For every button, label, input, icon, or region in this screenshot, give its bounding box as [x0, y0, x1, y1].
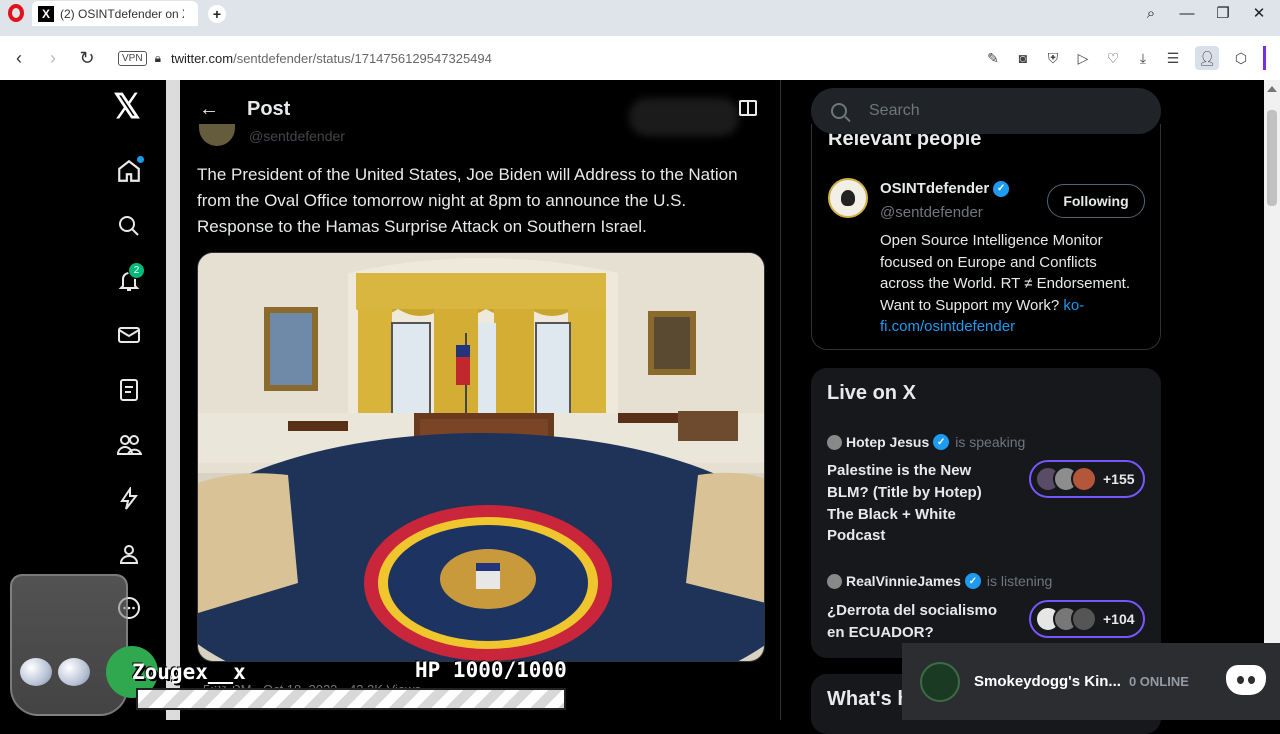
notification-badge: 2 [128, 262, 145, 279]
listener-avatar [1071, 606, 1097, 632]
search-placeholder: Search [869, 102, 920, 119]
verified-icon: ✓ [993, 180, 1010, 197]
account-bio: Open Source Intelligence Monitor focused… [880, 232, 1131, 335]
maximize-button[interactable]: ❐ [1212, 4, 1234, 22]
overlay-glass-cup [10, 574, 128, 716]
menu-icon[interactable]: ☰ [1165, 50, 1181, 67]
address-bar-row: ‹ › ↻ VPN 🔒︎ twitter.com/sentdefender/st… [0, 36, 1280, 80]
search-tabs-icon[interactable]: ⌕ [1140, 5, 1162, 22]
page-gutter [166, 80, 180, 720]
back-button[interactable]: ‹ [2, 48, 36, 69]
discord-server-avatar [920, 661, 960, 702]
edit-icon[interactable]: ✎ [985, 50, 1001, 67]
live-on-x-card: Live on X Hotep Jesus ✓ is speaking Pale… [811, 368, 1161, 658]
url-field[interactable]: twitter.com/sentdefender/status/17147561… [171, 51, 492, 66]
camera-icon[interactable]: ◙ [1015, 50, 1031, 66]
tab-title: (2) OSINTdefender on X: " [60, 6, 184, 21]
discord-widget: Smokeydogg's Kin... 0 ONLINE [902, 643, 1280, 720]
window-controls: ⌕ — ❐ ✕ [1140, 0, 1280, 26]
scrollbar-thumb[interactable] [1267, 110, 1277, 206]
space-listeners[interactable]: +155 [1029, 460, 1145, 498]
avatar[interactable] [828, 178, 868, 218]
explore-icon[interactable] [116, 213, 142, 239]
relevant-people-card: Relevant people OSINTdefender ✓ @sentdef… [811, 124, 1161, 350]
cube-icon[interactable]: ⬡ [1233, 50, 1249, 67]
x-page: 𝕏 2 @sentdefender ← Post The President o… [0, 80, 1280, 734]
sidebar-accent [1263, 46, 1266, 70]
messages-icon[interactable] [116, 322, 142, 348]
browser-tabstrip: X (2) OSINTdefender on X: " + ⌕ — ❐ ✕ [0, 0, 1280, 26]
discord-online-count: 0 ONLINE [1128, 674, 1189, 689]
bubble-decoration [20, 658, 52, 686]
space-topic[interactable]: Palestine is the New BLM? (Title by Hote… [827, 460, 1007, 547]
right-sidebar: Relevant people OSINTdefender ✓ @sentdef… [796, 80, 1166, 734]
search-input[interactable]: Search [811, 88, 1161, 134]
listener-avatar [1071, 466, 1097, 492]
search-icon [831, 103, 847, 119]
verified-icon: ✓ [933, 434, 950, 450]
overlay-bubbles [20, 658, 90, 686]
reload-button[interactable]: ↻ [70, 48, 104, 69]
download-icon[interactable]: ⤓ [1135, 50, 1151, 67]
post-header: ← Post [181, 80, 780, 138]
overlay-hp-text: HP 1000/1000 [415, 658, 567, 682]
live-title: Live on X [827, 382, 916, 404]
tweet-text: The President of the United States, Joe … [197, 165, 738, 236]
lock-icon[interactable]: 🔒︎ [155, 51, 161, 66]
following-button[interactable]: Following [1047, 184, 1145, 218]
bubble-decoration [58, 658, 90, 686]
back-arrow-icon[interactable]: ← [199, 98, 219, 121]
premium-icon[interactable] [116, 486, 142, 512]
hp-bar [136, 688, 566, 710]
shield-icon[interactable]: ⛨ [1045, 50, 1061, 67]
x-logo-icon[interactable]: 𝕏 [113, 88, 140, 126]
overlay-player-name: Zougex__x [132, 660, 246, 684]
heart-icon[interactable]: ♡ [1105, 50, 1121, 67]
address-bar-icons: ✎ ◙ ⛨ ▷ ♡ ⤓ ☰ 👤︎ ⬡ [985, 36, 1266, 80]
scroll-up-icon[interactable] [1267, 86, 1277, 92]
host-avatar [827, 434, 842, 450]
space-host[interactable]: Hotep Jesus ✓ is speaking [827, 434, 1025, 450]
tweet-image[interactable] [197, 252, 765, 662]
forward-button[interactable]: › [36, 48, 70, 69]
account-handle[interactable]: @sentdefender [880, 204, 983, 221]
space-topic[interactable]: ¿Derrota del socialismo en ECUADOR? [827, 600, 1007, 644]
profile-icon[interactable] [116, 541, 142, 567]
reader-icon[interactable] [739, 100, 757, 116]
host-avatar [827, 573, 842, 589]
home-icon[interactable] [116, 156, 144, 184]
tabstrip-separator [0, 26, 1280, 36]
discord-icon [1226, 665, 1266, 695]
vpn-badge[interactable]: VPN [118, 50, 147, 66]
x-favicon-icon: X [38, 5, 54, 22]
space-host[interactable]: RealVinnieJames ✓ is listening [827, 573, 1052, 589]
opera-icon[interactable] [8, 4, 24, 22]
space-listeners[interactable]: +104 [1029, 600, 1145, 638]
profile-icon[interactable]: 👤︎ [1195, 46, 1219, 70]
verified-icon: ✓ [964, 573, 981, 589]
blurred-region [629, 98, 739, 136]
lists-icon[interactable] [116, 377, 142, 403]
discord-server-name: Smokeydogg's Kin... [974, 673, 1121, 690]
communities-icon[interactable] [116, 432, 142, 458]
play-icon[interactable]: ▷ [1075, 50, 1091, 67]
close-button[interactable]: ✕ [1248, 4, 1270, 22]
minimize-button[interactable]: — [1176, 5, 1198, 22]
new-tab-button[interactable]: + [208, 5, 226, 23]
browser-tab[interactable]: X (2) OSINTdefender on X: " [32, 1, 198, 26]
post-column: @sentdefender ← Post The President of th… [181, 80, 781, 720]
home-dot [137, 156, 144, 163]
page-title: Post [247, 97, 291, 120]
account-name[interactable]: OSINTdefender ✓ [880, 180, 1010, 197]
